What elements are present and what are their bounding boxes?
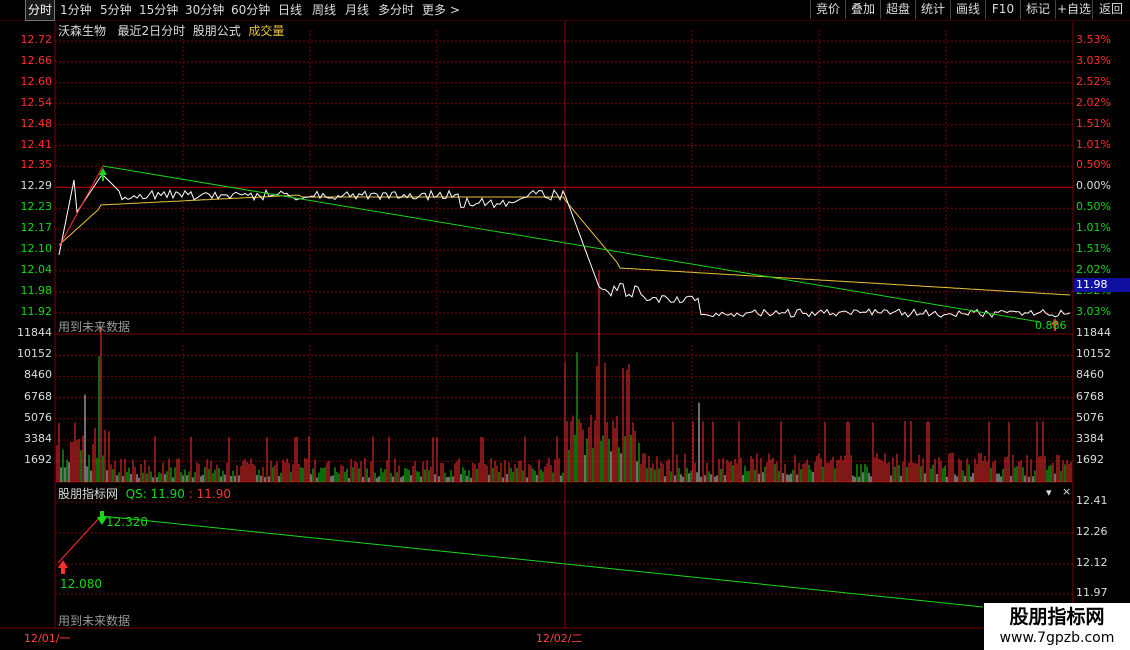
watermark-title: 股朋指标网 [1009,606,1105,628]
qs-value: : 11.90 [188,487,231,501]
indicator-low-label: 12.080 [60,577,102,591]
axis-label: 11.92 [20,304,53,318]
axis-label: 6768 [1076,389,1104,403]
intraday-chart [0,22,1130,629]
axis-label: 12.04 [20,262,53,276]
period-label: 最近2日分时 [117,24,186,38]
up-trend-line [59,165,104,246]
indicator-title: 股朋指标网 QS: 11.90 : 11.90 [58,485,231,502]
axis-label: 10152 [1076,347,1111,361]
axis-label: 10152 [17,347,52,361]
axis-label: 2.02% [1076,95,1111,109]
axis-label: 11.97 [1076,586,1108,599]
axis-label: 12.41 [1076,494,1108,507]
axis-label: 1.01% [1076,221,1111,235]
axis-label: 0.50% [1076,200,1111,214]
chart-header: 沃森生物 最近2日分时 股朋公式 成交量 [58,22,284,39]
chart-grid [0,22,1130,629]
axis-label: 11844 [17,326,52,339]
date-day1: 12/01/一 [24,632,71,645]
axis-label: 12.17 [20,221,53,235]
axis-label: 11.98 [20,283,53,297]
axis-label: 12.60 [20,74,53,88]
axis-label: 12.29 [20,179,53,193]
axis-label: 11844 [1076,326,1111,339]
axis-label: 5076 [1076,410,1104,424]
site-watermark: 股朋指标网 www.7gpzb.com [984,603,1130,650]
axis-label: 3.03% [1076,304,1111,318]
volume-label: 成交量 [248,24,285,38]
axis-label: 12.10 [20,242,53,255]
axis-label: 12.26 [1076,525,1108,538]
down-trend-line [102,165,1041,323]
axis-label: 8460 [24,368,52,382]
axis-label: 12.54 [20,95,53,109]
qs-label: QS: 11.90 [125,487,185,501]
up-arrow-icon [99,168,107,181]
date-day2: 12/02/二 [536,632,583,645]
axis-label: 2.02% [1076,262,1111,276]
axis-label: 12.23 [20,200,53,214]
close-icon[interactable]: × [1062,486,1071,498]
axis-label: 0.00% [1076,179,1111,193]
stock-name: 沃森生物 [58,24,107,38]
axis-label: 3.53% [1076,33,1111,46]
chevron-down-icon[interactable]: ▾ [1046,487,1052,499]
axis-label: 1.51% [1076,116,1111,130]
axis-label: 12.66 [20,53,53,67]
indicator-up-line [57,515,102,564]
axis-label: 12.35 [20,158,53,172]
indicator-down-line [100,515,984,608]
formula-marks [57,165,1059,608]
axis-label: 12.41 [20,137,53,151]
indicator-high-label: 12.320 [106,515,148,529]
axis-label: 12.48 [20,116,53,130]
axis-label: 2.52% [1076,74,1111,88]
future-data-label: 用到未来数据 [58,320,131,334]
axis-label: 12.72 [20,33,53,46]
axis-label: 8460 [1076,368,1104,382]
axis-label: 1692 [1076,453,1104,467]
axis-label: 12.12 [1076,556,1108,569]
axis-label: 1692 [24,453,52,467]
watermark-url: www.7gpzb.com [999,630,1115,646]
current-price-tag: 11.98 [1074,278,1130,292]
axis-label: 1.51% [1076,242,1111,255]
axis-label: 5076 [24,410,52,424]
formula-label: 股朋公式 [192,24,241,38]
marker-label: 0.886 [1035,319,1067,332]
indicator-name: 股朋指标网 [58,487,119,501]
axis-label: 1.01% [1076,137,1111,151]
axis-label: 3.03% [1076,53,1111,67]
axis-label: 0.50% [1076,158,1111,172]
axis-label: 3384 [1076,432,1104,445]
indicator-future-data-label: 用到未来数据 [58,614,131,628]
axis-label: 6768 [24,389,52,403]
axis-label: 3384 [24,432,52,445]
